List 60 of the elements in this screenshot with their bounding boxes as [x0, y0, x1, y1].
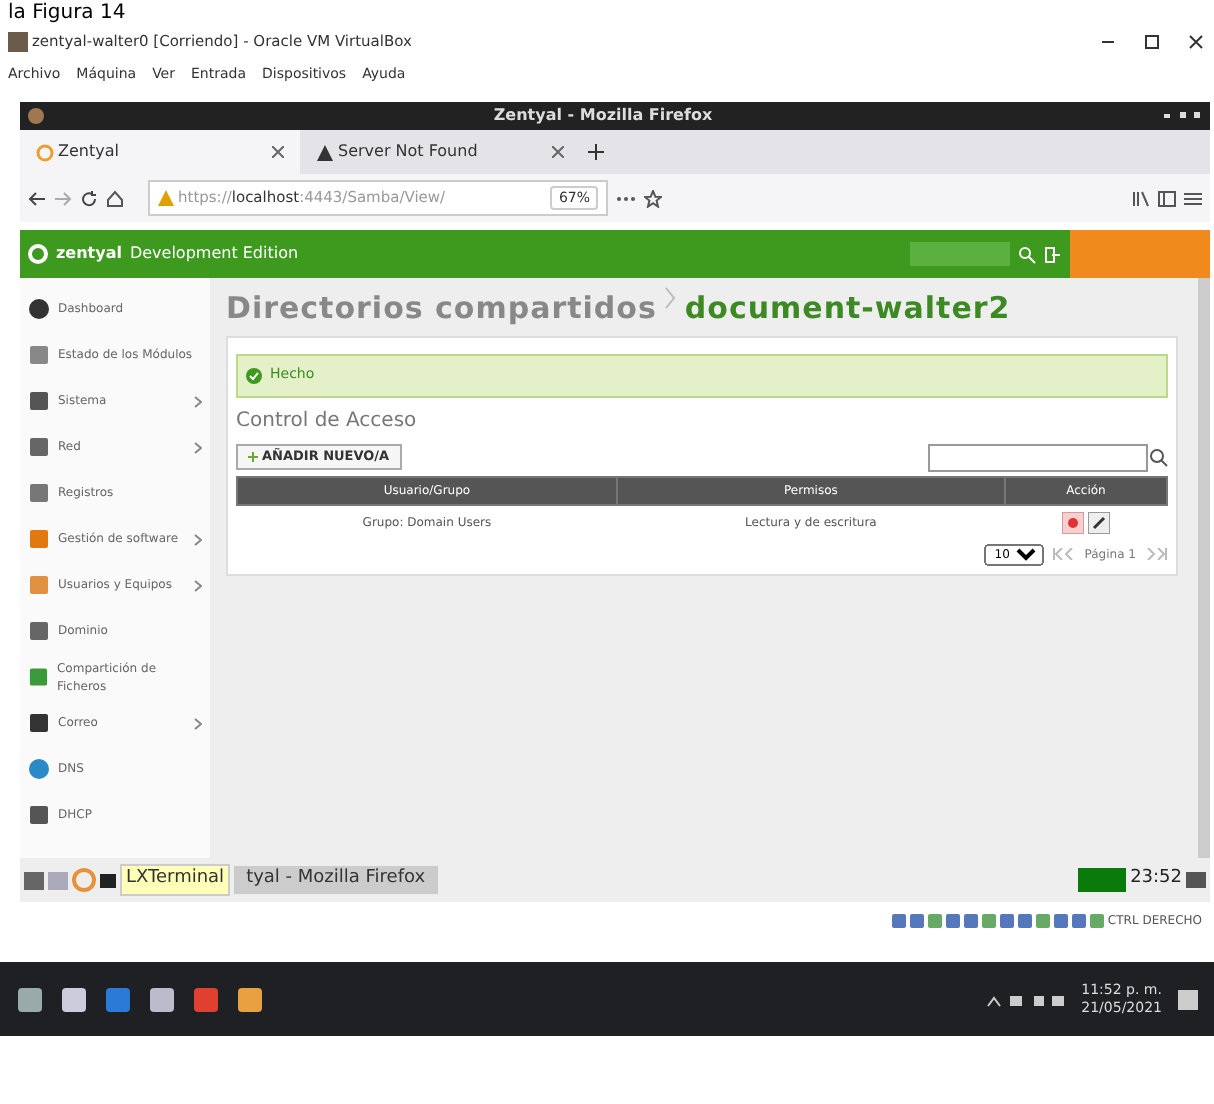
home-icon[interactable] — [106, 189, 124, 207]
brand-name: zentyal — [56, 242, 122, 266]
document-caption: la Figura 14 — [6, 0, 128, 26]
module-icon — [28, 344, 50, 366]
section-title: Control de Acceso — [236, 407, 419, 435]
app-icon — [8, 32, 28, 52]
app-icon — [28, 108, 44, 124]
module-icon — [28, 666, 49, 688]
menu-icon[interactable] — [1184, 189, 1202, 207]
module-icon — [28, 390, 50, 412]
logo-icon — [28, 244, 48, 264]
edit-icon[interactable] — [1087, 511, 1110, 533]
app-icon[interactable] — [236, 985, 264, 1013]
back-icon[interactable] — [28, 189, 46, 207]
app-icon[interactable] — [60, 985, 88, 1013]
close-icon[interactable] — [1186, 32, 1206, 52]
reload-icon[interactable] — [80, 189, 98, 207]
new-tab-icon[interactable] — [588, 144, 604, 160]
star-icon[interactable] — [644, 189, 662, 207]
search-field[interactable] — [928, 443, 1148, 471]
module-icon — [28, 712, 50, 734]
maximize-icon[interactable] — [1142, 32, 1162, 52]
module-icon — [28, 620, 50, 642]
taskbar-button[interactable]: tyal - Mozilla Firefox — [234, 866, 438, 894]
window-title: Zentyal - Mozilla Firefox — [491, 104, 715, 128]
check-icon — [246, 367, 262, 383]
warning-icon — [316, 143, 334, 161]
tray-icon[interactable] — [985, 991, 1066, 1007]
window-controls-icon[interactable] — [1162, 110, 1202, 122]
browser-tab[interactable]: Zentyal — [20, 130, 300, 174]
module-icon — [28, 574, 50, 596]
sun-icon — [36, 143, 54, 161]
sidebar-icon[interactable] — [1158, 189, 1176, 207]
module-icon — [28, 528, 50, 550]
module-icon — [28, 482, 50, 504]
app-icon[interactable] — [148, 985, 176, 1013]
tab-label: Server Not Found — [338, 140, 480, 164]
app-icon[interactable] — [16, 985, 44, 1013]
logout-icon[interactable] — [1044, 245, 1062, 263]
module-icon — [28, 804, 50, 826]
edition-label: Development Edition — [129, 242, 299, 266]
terminal-icon[interactable] — [100, 873, 116, 887]
library-icon[interactable] — [1132, 189, 1150, 207]
search-icon[interactable] — [1018, 245, 1036, 263]
lock-warning-icon — [158, 190, 174, 206]
menu-icon[interactable] — [24, 871, 44, 889]
tooltip: LXTerminal — [120, 864, 231, 896]
chevron-icon — [664, 286, 677, 310]
module-icon — [28, 758, 50, 780]
browser-tab[interactable]: Server Not Found — [300, 130, 580, 174]
module-icon — [28, 436, 50, 458]
search-icon[interactable] — [1148, 445, 1168, 469]
delete-icon[interactable] — [1061, 511, 1084, 533]
module-icon — [28, 298, 50, 320]
plus-icon — [248, 452, 258, 462]
clock: 23:52 — [1130, 866, 1182, 893]
more-icon[interactable] — [616, 195, 636, 201]
tab-label: Zentyal — [58, 140, 121, 164]
search-field[interactable] — [910, 242, 1010, 266]
page-title: document-walter2 — [684, 288, 1011, 330]
